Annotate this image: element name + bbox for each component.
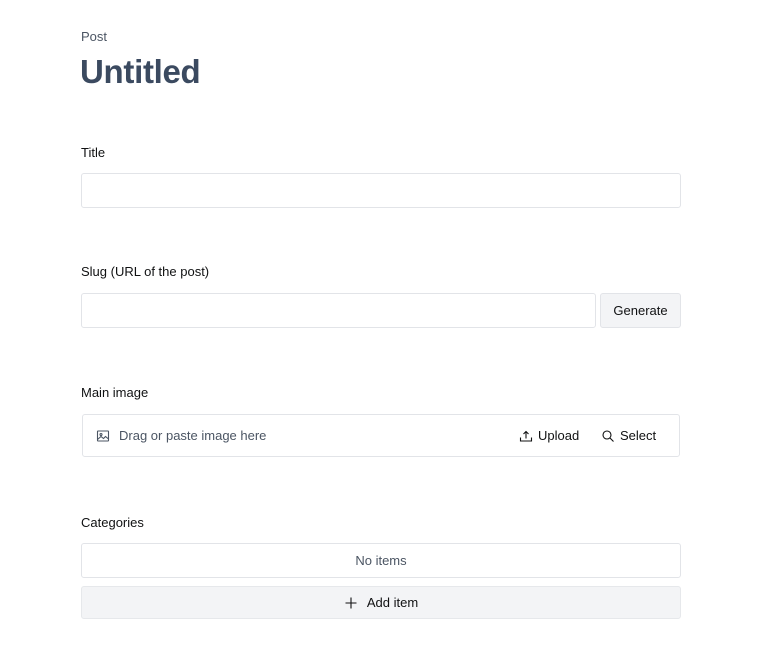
- categories-field-label: Categories: [81, 515, 144, 530]
- select-button[interactable]: Select: [601, 415, 656, 456]
- slug-input[interactable]: [81, 293, 596, 328]
- slug-field-label: Slug (URL of the post): [81, 264, 210, 279]
- plus-icon: [344, 596, 358, 610]
- image-icon: [96, 429, 110, 443]
- title-field-label: Title: [81, 145, 106, 160]
- search-icon: [601, 429, 615, 443]
- document-type-label: Post: [81, 29, 108, 44]
- add-item-button[interactable]: Add item: [81, 586, 681, 619]
- drop-hint: Drag or paste image here: [96, 415, 266, 456]
- select-label: Select: [620, 428, 657, 443]
- document-title: Untitled: [80, 53, 201, 90]
- upload-label: Upload: [538, 428, 580, 443]
- upload-icon: [519, 429, 533, 443]
- upload-button[interactable]: Upload: [519, 415, 579, 456]
- categories-empty-list: No items: [81, 543, 681, 578]
- generate-slug-button[interactable]: Generate: [600, 293, 681, 328]
- drop-hint-text: Drag or paste image here: [119, 428, 267, 443]
- title-input[interactable]: [81, 173, 681, 208]
- add-item-label: Add item: [366, 595, 419, 610]
- main-image-field-label: Main image: [81, 385, 149, 400]
- image-dropzone[interactable]: Drag or paste image here Upload Select: [82, 414, 680, 457]
